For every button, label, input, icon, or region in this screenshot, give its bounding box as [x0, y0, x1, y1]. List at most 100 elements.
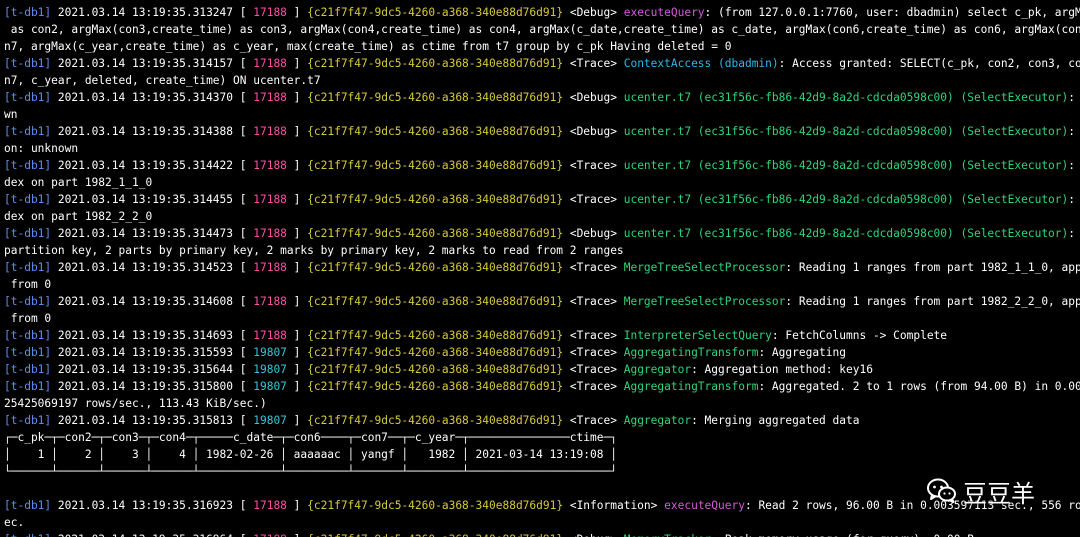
thread-id: 17188 — [253, 193, 287, 206]
watermark: 豆豆羊 — [927, 474, 1035, 508]
log-text: from 0 — [4, 278, 52, 291]
log-text: <Trace> — [563, 329, 624, 342]
log-text: from 0 — [4, 312, 52, 325]
thread-id: 19807 — [253, 346, 287, 359]
log-text: 2021.03.14 13:19:35.314388 [ — [51, 125, 254, 138]
thread-id: 17188 — [253, 159, 287, 172]
thread-id: 17188 — [253, 295, 287, 308]
logger-name: ucenter.t7 (ec31f56c-fb86-42d9-8a2d-cdcd… — [623, 193, 1069, 206]
log-line: n7, c_year, deleted, create_time) ON uce… — [4, 72, 1080, 89]
host-tag: [t-db1] — [4, 499, 52, 512]
log-text: <Trace> — [563, 193, 624, 206]
query-id: {c21f7f47-9dc5-4260-a368-340e88d76d91} — [307, 6, 564, 19]
log-line: ┌─c_pk─┬─con2─┬─con3─┬─con4─┬─────c_date… — [4, 429, 1080, 446]
log-line: [t-db1] 2021.03.14 13:19:35.315813 [ 198… — [4, 412, 1080, 429]
log-text: ] — [286, 91, 308, 104]
log-text: 2021.03.14 13:19:35.316923 [ — [51, 499, 254, 512]
thread-id: 17188 — [253, 329, 287, 342]
log-text: <Information> — [563, 499, 665, 512]
log-line: partition key, 2 parts by primary key, 2… — [4, 242, 1080, 259]
log-text: : Not using primary in — [1068, 159, 1076, 172]
log-text: : Aggregated. 2 to 1 rows (from 94.00 B)… — [758, 380, 1080, 393]
log-line: [t-db1] 2021.03.14 13:19:35.314608 [ 171… — [4, 293, 1080, 310]
log-text: 2021.03.14 13:19:35.313247 [ — [51, 6, 254, 19]
query-id: {c21f7f47-9dc5-4260-a368-340e88d76d91} — [307, 125, 564, 138]
thread-id: 17188 — [253, 91, 287, 104]
query-id: {c21f7f47-9dc5-4260-a368-340e88d76d91} — [307, 380, 564, 393]
method-name: executeQuery — [664, 499, 745, 512]
host-tag: [t-db1] — [4, 329, 52, 342]
log-text: ] — [286, 125, 308, 138]
log-text: │ 1 │ 2 │ 3 │ 4 │ 1982-02-26 │ aaaaaac │… — [4, 448, 617, 461]
log-line: [t-db1] 2021.03.14 13:19:35.314523 [ 171… — [4, 259, 1080, 276]
log-text: <Trace> — [563, 346, 624, 359]
wechat-icon — [927, 478, 956, 503]
log-text: ec. — [4, 516, 25, 529]
query-id: {c21f7f47-9dc5-4260-a368-340e88d76d91} — [307, 363, 564, 376]
thread-id: 17188 — [253, 6, 287, 19]
thread-id: 17188 — [253, 57, 287, 70]
log-text: 2021.03.14 13:19:35.315593 [ — [51, 346, 254, 359]
log-text: 2021.03.14 13:19:35.315813 [ — [51, 414, 254, 427]
logger-name: MergeTreeSelectProcessor — [623, 295, 786, 308]
log-text: : Selected 2 parts by — [1068, 227, 1076, 240]
log-text: <Trace> — [563, 363, 624, 376]
log-text: <Debug> — [563, 533, 624, 537]
log-text: : Reading 1 ranges from part 1982_1_1_0,… — [785, 261, 1080, 274]
log-text: : Access granted: SELECT(c_pk, con2, con… — [778, 57, 1080, 70]
log-text: ] — [286, 380, 308, 393]
logger-name: ucenter.t7 (ec31f56c-fb86-42d9-8a2d-cdcd… — [623, 91, 1069, 104]
query-id: {c21f7f47-9dc5-4260-a368-340e88d76d91} — [307, 227, 564, 240]
log-text: : FetchColumns -> Complete — [771, 329, 948, 342]
host-tag: [t-db1] — [4, 57, 52, 70]
log-text: n7, argMax(c_year,create_time) as c_year… — [4, 40, 732, 53]
query-id: {c21f7f47-9dc5-4260-a368-340e88d76d91} — [307, 159, 564, 172]
log-text: : Not using primary in — [1068, 193, 1076, 206]
log-text: 2021.03.14 13:19:35.316964 [ — [51, 533, 253, 537]
log-line: [t-db1] 2021.03.14 13:19:35.314473 [ 171… — [4, 225, 1080, 242]
log-text: <Trace> — [563, 57, 624, 70]
log-line: [t-db1] 2021.03.14 13:19:35.313247 [ 171… — [4, 4, 1080, 21]
log-line: [t-db1] 2021.03.14 13:19:35.316923 [ 171… — [4, 497, 1080, 514]
log-line: [t-db1] 2021.03.14 13:19:35.314157 [ 171… — [4, 55, 1080, 72]
log-text: as con2, argMax(con3,create_time) as con… — [10, 23, 1080, 36]
logger-name: ucenter.t7 (ec31f56c-fb86-42d9-8a2d-cdcd… — [623, 125, 1069, 138]
logger-name: ContextAccess (dbadmin) — [623, 57, 779, 70]
log-text: ] — [286, 295, 308, 308]
method-name: executeQuery — [623, 6, 705, 19]
log-text: on: unknown — [4, 142, 79, 155]
log-text: ] — [286, 346, 308, 359]
log-line: [t-db1] 2021.03.14 13:19:35.315800 [ 198… — [4, 378, 1080, 395]
query-id: {c21f7f47-9dc5-4260-a368-340e88d76d91} — [307, 193, 564, 206]
logger-name: MergeTreeSelectProcessor — [623, 261, 786, 274]
log-text: ] — [286, 227, 308, 240]
log-line: from 0 — [4, 310, 1080, 327]
log-text: ] — [286, 363, 308, 376]
query-id: {c21f7f47-9dc5-4260-a368-340e88d76d91} — [307, 329, 564, 342]
log-line: from 0 — [4, 276, 1080, 293]
terminal-output: [t-db1] 2021.03.14 13:19:35.313247 [ 171… — [0, 0, 1080, 537]
log-text: : Aggregating — [758, 346, 846, 359]
host-tag: [t-db1] — [4, 533, 51, 537]
log-line: │ 1 │ 2 │ 3 │ 4 │ 1982-02-26 │ aaaaaac │… — [4, 446, 1080, 463]
log-text: ] — [286, 6, 308, 19]
log-text: <Debug> — [563, 6, 624, 19]
log-text: 2021.03.14 13:19:35.314523 [ — [51, 261, 254, 274]
log-text: 2021.03.14 13:19:35.314473 [ — [51, 227, 254, 240]
thread-id: 19807 — [253, 414, 287, 427]
log-text: └──────┴──────┴──────┴──────┴───────────… — [4, 465, 617, 478]
log-line: as con2, argMax(con3,create_time) as con… — [4, 21, 1080, 38]
log-text: ] — [286, 57, 308, 70]
query-id: {c21f7f47-9dc5-4260-a368-340e88d76d91} — [307, 346, 564, 359]
log-text: <Debug> — [563, 125, 624, 138]
log-text: : Aggregation method: key16 — [691, 363, 873, 376]
host-tag: [t-db1] — [4, 91, 52, 104]
log-text: ] — [286, 261, 308, 274]
log-text: <Debug> — [563, 91, 624, 104]
thread-id: 17188 — [253, 261, 287, 274]
host-tag: [t-db1] — [4, 261, 52, 274]
log-line: [t-db1] 2021.03.14 13:19:35.314693 [ 171… — [4, 327, 1080, 344]
query-id: {c21f7f47-9dc5-4260-a368-340e88d76d91} — [307, 295, 564, 308]
log-text: : Reading 1 ranges from part 1982_2_2_0,… — [785, 295, 1080, 308]
